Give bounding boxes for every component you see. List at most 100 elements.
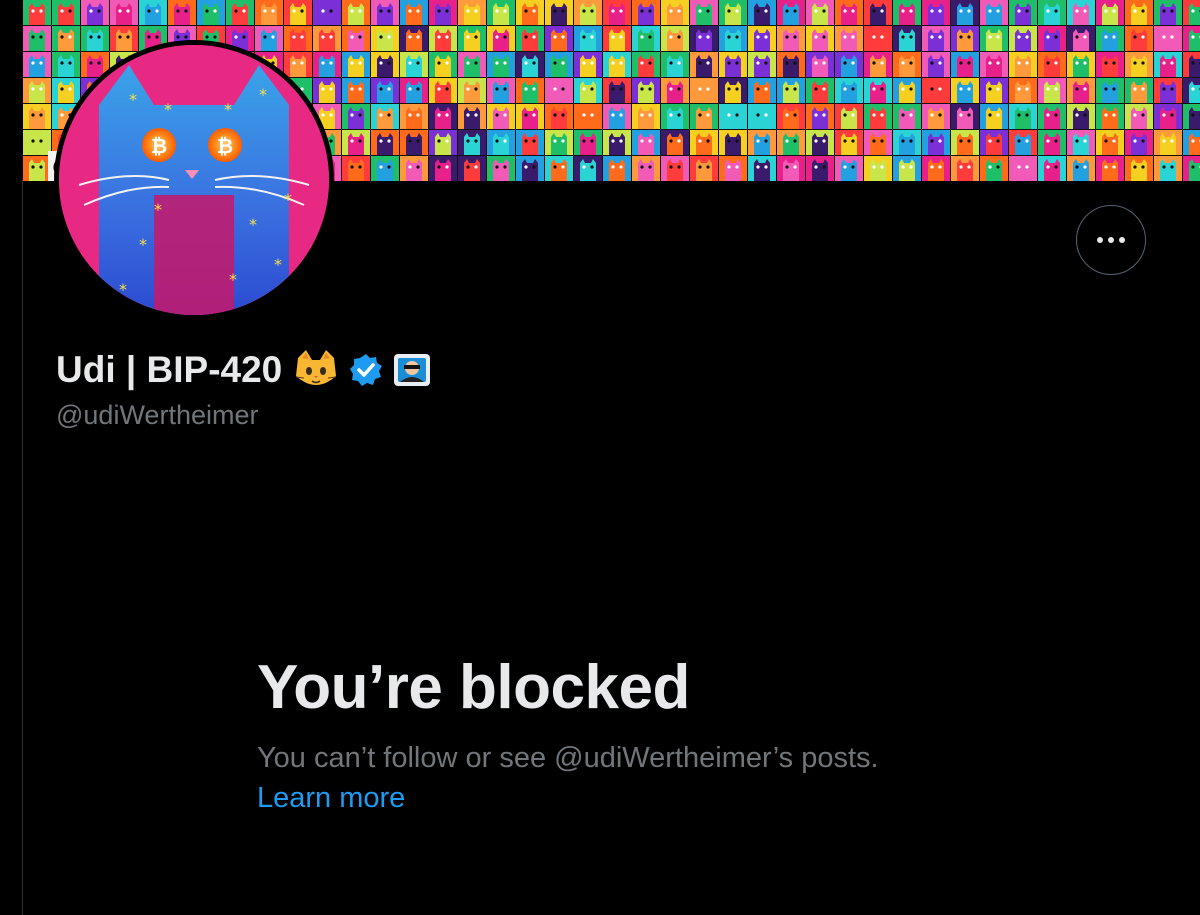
banner-tile: [284, 26, 312, 51]
banner-tile: [400, 104, 428, 129]
banner-tile: [922, 78, 950, 103]
banner-tile: [255, 0, 283, 25]
banner-tile: [893, 26, 921, 51]
learn-more-link[interactable]: Learn more: [257, 782, 405, 815]
banner-tile: [835, 52, 863, 77]
banner-tile: [748, 156, 776, 181]
banner-tile: [516, 156, 544, 181]
banner-tile: [1009, 26, 1037, 51]
banner-tile: [632, 156, 660, 181]
banner-tile: [458, 78, 486, 103]
banner-tile: [777, 52, 805, 77]
banner-tile: [1009, 78, 1037, 103]
banner-tile: [835, 26, 863, 51]
banner-tile: [1154, 104, 1182, 129]
banner-tile: [835, 0, 863, 25]
banner-tile: [632, 52, 660, 77]
banner-tile: [110, 26, 138, 51]
banner-tile: [1067, 156, 1095, 181]
verified-badge-icon[interactable]: [348, 352, 384, 388]
banner-tile: [458, 52, 486, 77]
banner-tile: [719, 130, 747, 155]
banner-tile: [226, 0, 254, 25]
banner-tile: [342, 104, 370, 129]
banner-tile: [1067, 26, 1095, 51]
banner-tile: [980, 26, 1008, 51]
banner-tile: [806, 104, 834, 129]
banner-tile: [661, 78, 689, 103]
banner-tile: [893, 78, 921, 103]
banner-tile: [458, 104, 486, 129]
banner-tile: [545, 26, 573, 51]
banner-tile: [574, 104, 602, 129]
banner-tile: [1125, 0, 1153, 25]
banner-tile: [893, 0, 921, 25]
banner-tile: [951, 156, 979, 181]
banner-tile: [545, 78, 573, 103]
banner-tile: [835, 104, 863, 129]
banner-tile: [951, 0, 979, 25]
banner-tile: [661, 26, 689, 51]
affiliate-badge-icon[interactable]: [392, 350, 432, 390]
banner-tile: [429, 0, 457, 25]
banner-tile: [661, 104, 689, 129]
blocked-description: You can’t follow or see @udiWertheimer’s…: [257, 742, 879, 774]
banner-tile: [487, 26, 515, 51]
banner-tile: [545, 130, 573, 155]
banner-tile: [864, 26, 892, 51]
banner-tile: [1038, 52, 1066, 77]
banner-tile: [516, 78, 544, 103]
banner-tile: [690, 104, 718, 129]
banner-tile: [603, 0, 631, 25]
banner-tile: [806, 0, 834, 25]
banner-tile: [661, 52, 689, 77]
banner-tile: [1183, 78, 1200, 103]
banner-tile: [313, 0, 341, 25]
banner-tile: [1154, 156, 1182, 181]
banner-tile: [1009, 130, 1037, 155]
banner-tile: [951, 52, 979, 77]
banner-tile: [719, 156, 747, 181]
banner-tile: [574, 156, 602, 181]
banner-tile: [23, 78, 51, 103]
display-name: Udi | BIP-420: [56, 349, 283, 390]
banner-tile: [748, 78, 776, 103]
more-options-button[interactable]: [1076, 205, 1146, 275]
svg-text:*: *: [259, 85, 267, 104]
banner-tile: [23, 0, 51, 25]
banner-tile: [864, 130, 892, 155]
banner-tile: [922, 104, 950, 129]
banner-tile: [400, 156, 428, 181]
banner-tile: [632, 104, 660, 129]
svg-text:*: *: [139, 235, 147, 254]
banner-tile: [980, 52, 1008, 77]
banner-tile: [719, 52, 747, 77]
banner-tile: [893, 130, 921, 155]
banner-tile: [516, 130, 544, 155]
banner-tile: [1038, 0, 1066, 25]
avatar[interactable]: ₿ ₿ * * * * * * * * * * *: [54, 40, 334, 320]
banner-tile: [1096, 26, 1124, 51]
banner-tile: [1009, 104, 1037, 129]
banner-tile: [23, 52, 51, 77]
banner-tile: [1067, 0, 1095, 25]
column-border: [22, 180, 23, 915]
banner-tile: [1125, 26, 1153, 51]
banner-tile: [371, 156, 399, 181]
banner-tile: [371, 0, 399, 25]
banner-tile: [980, 104, 1008, 129]
banner-tile: [864, 156, 892, 181]
banner-tile: [603, 52, 631, 77]
banner-tile: [458, 0, 486, 25]
banner-tile: [516, 52, 544, 77]
banner-tile: [806, 156, 834, 181]
banner-tile: [719, 26, 747, 51]
banner-tile: [429, 156, 457, 181]
banner-tile: [371, 104, 399, 129]
banner-tile: [922, 156, 950, 181]
banner-tile: [574, 78, 602, 103]
banner-tile: [1038, 156, 1066, 181]
svg-text:*: *: [274, 255, 282, 274]
banner-tile: [719, 104, 747, 129]
banner-tile: [429, 26, 457, 51]
